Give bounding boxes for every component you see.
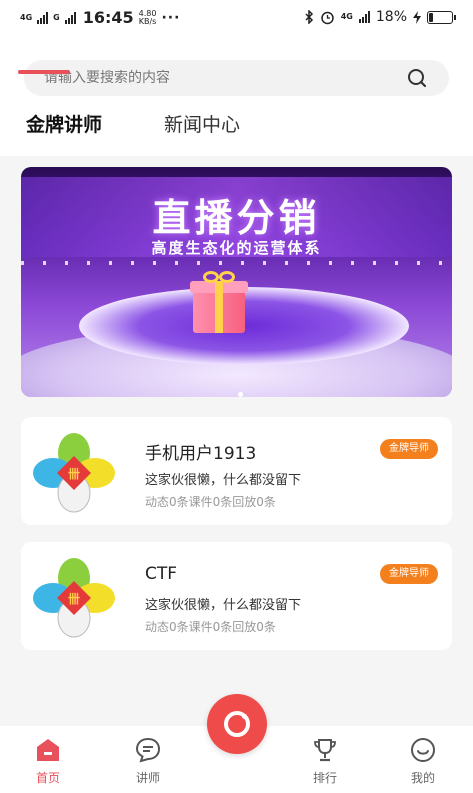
- banner-page-dot: [238, 392, 243, 397]
- banner-title: 直播分销: [152, 195, 321, 240]
- nav-ranking-label: 排行: [312, 771, 337, 785]
- nav-ranking[interactable]: 排行: [295, 736, 355, 786]
- battery-icon: [427, 10, 456, 24]
- status-right: 4G 18%: [304, 9, 456, 25]
- network-type-3: 4G: [340, 12, 353, 21]
- net-speed-unit: KB/s: [138, 16, 157, 26]
- home-icon: [37, 739, 59, 761]
- signal-icon-2: [64, 11, 76, 24]
- lecturer-card[interactable]: 卌 手机用户1913 这家伙很懒，什么都没留下 动态0条课件0条回放0条 金牌导…: [21, 417, 452, 525]
- more-dots: ···: [161, 9, 181, 26]
- lecturer-bio: 这家伙很懒，什么都没留下: [145, 598, 302, 613]
- alarm-icon: [320, 11, 334, 24]
- tab-gold-lecturers[interactable]: 金牌讲师: [26, 110, 102, 137]
- clock: 16:45: [82, 8, 134, 27]
- lecturer-card[interactable]: 卌 CTF 这家伙很懒，什么都没留下 动态0条课件0条回放0条 金牌导师: [21, 542, 452, 650]
- network-type-1: 4G: [20, 12, 33, 22]
- trophy-icon: [314, 739, 336, 762]
- nav-home[interactable]: 首页: [18, 736, 78, 786]
- battery-fill: [429, 12, 433, 22]
- nav-mine[interactable]: 我的: [393, 736, 453, 786]
- search-bar[interactable]: [24, 60, 449, 96]
- lecturer-name: 手机用户1913: [145, 444, 257, 464]
- nav-mine-label: 我的: [410, 771, 435, 785]
- lecturer-name: CTF: [145, 564, 178, 584]
- tab-bar: 金牌讲师 新闻中心: [26, 110, 240, 137]
- charging-icon: [413, 10, 421, 24]
- search-input[interactable]: [44, 60, 404, 96]
- nav-lecturers-label: 讲师: [135, 771, 160, 785]
- net-speed: 4.80 KB/s: [138, 9, 157, 26]
- gold-mentor-badge: 金牌导师: [380, 439, 438, 459]
- chat-icon: [135, 737, 161, 763]
- signal-icon: [37, 11, 49, 24]
- gold-mentor-badge: 金牌导师: [380, 564, 438, 584]
- lecturer-bio: 这家伙很懒，什么都没留下: [145, 473, 302, 488]
- active-tab-indicator: [18, 70, 70, 74]
- smile-icon: [411, 738, 435, 762]
- gift-box-icon: [190, 271, 248, 333]
- network-type-2: G: [53, 12, 60, 22]
- signal-icon-3: [358, 11, 370, 23]
- live-camera-button[interactable]: [207, 694, 267, 754]
- header: 金牌讲师 新闻中心: [0, 36, 473, 156]
- lecturer-logo-icon: 卌: [33, 558, 115, 638]
- banner-subtitle: 高度生态化的运营体系: [151, 239, 322, 257]
- nav-home-label: 首页: [35, 771, 60, 785]
- bluetooth-icon: [305, 10, 313, 24]
- search-icon[interactable]: [407, 68, 427, 88]
- status-bar: 4G G 16:45 4.80 KB/s ··· 4G 18%: [0, 0, 473, 36]
- svg-text:卌: 卌: [68, 592, 80, 606]
- lecturer-logo-icon: 卌: [33, 433, 115, 513]
- promo-banner[interactable]: 直播分销 高度生态化的运营体系: [21, 167, 452, 397]
- tab-news-center[interactable]: 新闻中心: [164, 110, 240, 137]
- lecturer-stats: 动态0条课件0条回放0条: [145, 495, 276, 509]
- banner-lights: [21, 261, 452, 265]
- lecturer-stats: 动态0条课件0条回放0条: [145, 620, 276, 634]
- nav-lecturers[interactable]: 讲师: [118, 736, 178, 786]
- battery-percent: 18%: [375, 9, 407, 25]
- svg-text:卌: 卌: [68, 467, 80, 481]
- status-left: 4G G 16:45 4.80 KB/s ···: [20, 8, 180, 27]
- camera-icon: [224, 711, 250, 737]
